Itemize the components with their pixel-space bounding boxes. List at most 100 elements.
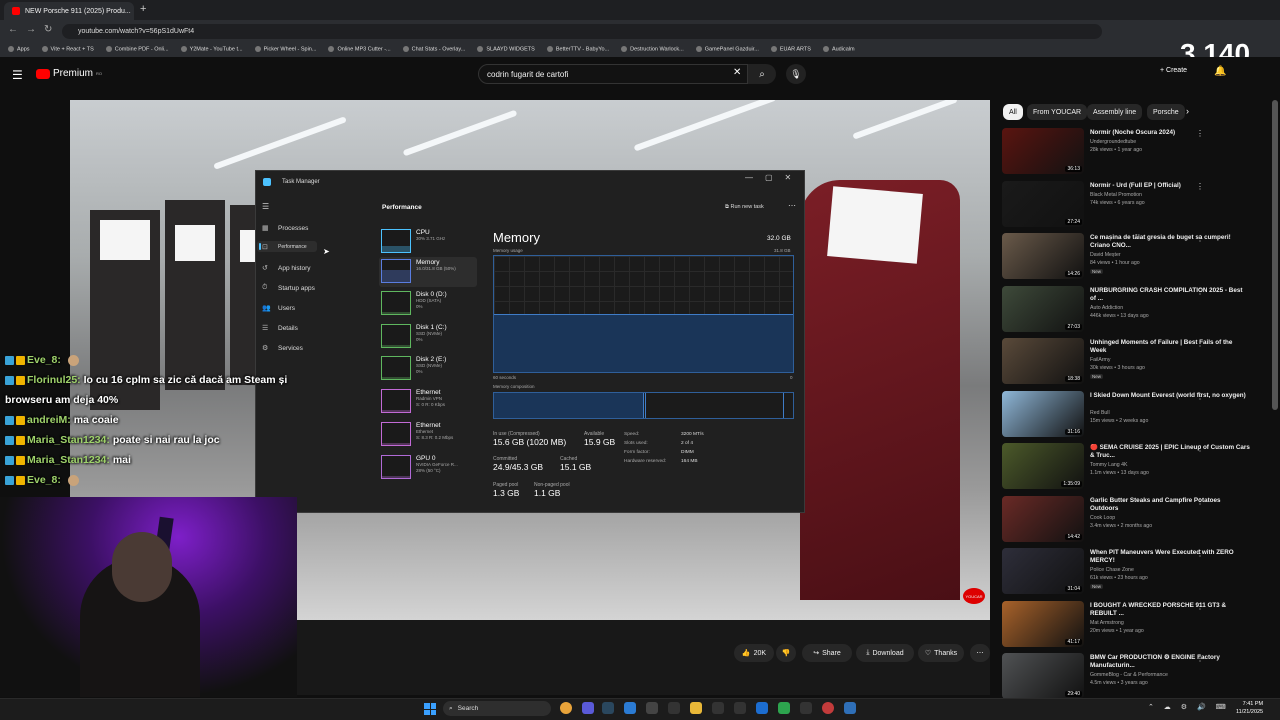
back-icon[interactable]: ←	[8, 24, 18, 35]
app-icon[interactable]	[734, 702, 746, 714]
video-title[interactable]: NÜRBURGRING CRASH COMPILATION 2025 - Bes…	[1090, 287, 1250, 303]
channel-name[interactable]: Undergroundedtube	[1090, 139, 1136, 145]
download-button[interactable]: ⤓ Download	[856, 644, 914, 662]
bookmark-item[interactable]: Combine PDF - Onli...	[106, 46, 169, 53]
notifications-bell-icon[interactable]: 🔔	[1214, 66, 1226, 77]
channel-name[interactable]: Red Bull	[1090, 410, 1110, 416]
window-controls[interactable]: —▢✕	[745, 173, 803, 182]
video-menu-icon[interactable]: ⋮	[1196, 129, 1204, 138]
search-input[interactable]: codrin fugarit de cartofi	[478, 64, 748, 84]
video-title[interactable]: 🔴 SEMA CRUISE 2025 | EPIC Lineup of Cust…	[1090, 444, 1250, 460]
taskbar-clock[interactable]: 7:41 PM 11/21/2025	[1236, 700, 1263, 716]
recommended-video[interactable]: 41:17 I BOUGHT A WRECKED PORSCHE 911 GT3 …	[1002, 600, 1270, 651]
bookmark-item[interactable]: SLAAYD WIDGETS	[477, 46, 535, 53]
recommended-video[interactable]: 14:26 Ce mașina de tăiat gresia de buget …	[1002, 233, 1270, 283]
video-thumbnail[interactable]: 18:38	[1002, 338, 1084, 384]
bookmark-item[interactable]: Destruction Warlock...	[621, 46, 684, 53]
video-title[interactable]: Normir (Noche Oscura 2024)	[1090, 129, 1250, 137]
video-title[interactable]: When PIT Maneuvers Were Executed with ZE…	[1090, 549, 1250, 565]
new-tab-button[interactable]: +	[140, 3, 146, 15]
share-button[interactable]: ↪ Share	[802, 644, 852, 662]
obs-icon[interactable]	[822, 702, 834, 714]
video-menu-icon[interactable]: ⋮	[1196, 602, 1204, 611]
vscode-icon[interactable]	[624, 702, 636, 714]
clear-search-icon[interactable]: ✕	[733, 67, 741, 78]
channel-name[interactable]: Tommy Lang 4K	[1090, 462, 1127, 468]
app-icon[interactable]	[646, 702, 658, 714]
reload-icon[interactable]: ↻	[44, 24, 52, 35]
bookmark-item[interactable]: Online MP3 Cutter -...	[328, 46, 390, 53]
task-manager-taskbar-icon[interactable]	[844, 702, 856, 714]
bookmark-item[interactable]: Apps	[8, 46, 30, 53]
channel-name[interactable]: Black Metal Promotion	[1090, 192, 1142, 198]
recommended-video[interactable]: 29:40 BMW Car PRODUCTION ⚙ ENGINE Factory…	[1002, 653, 1270, 703]
recommended-video[interactable]: 14:42 Garlic Butter Steaks and Campfire P…	[1002, 495, 1270, 546]
channel-name[interactable]: Mat Armstrong	[1090, 620, 1124, 626]
filter-chip[interactable]: From YOUCAR	[1027, 104, 1088, 120]
bookmark-item[interactable]: Audicalm	[823, 46, 855, 53]
video-menu-icon[interactable]: ⋮	[1196, 339, 1204, 348]
more-options-icon[interactable]: ⋯	[788, 201, 796, 210]
channel-name[interactable]: GommeBlog - Car & Performance	[1090, 672, 1168, 678]
video-title[interactable]: BMW Car PRODUCTION ⚙ ENGINE Factory Manu…	[1090, 654, 1250, 670]
video-menu-icon[interactable]: ⋮	[1196, 182, 1204, 191]
resource-disk-2-e-[interactable]: Disk 2 (E:) SSD (NVMe) 0%	[379, 354, 477, 384]
filter-chip[interactable]: All	[1003, 104, 1023, 120]
video-thumbnail[interactable]: 14:26	[1002, 233, 1084, 279]
channel-name[interactable]: David Meșter	[1090, 252, 1121, 258]
more-actions-button[interactable]: ⋯	[970, 644, 990, 662]
video-menu-icon[interactable]: ⋮	[1196, 444, 1204, 453]
hamburger-menu-icon[interactable]: ☰	[12, 68, 23, 82]
video-thumbnail[interactable]: 27:24	[1002, 180, 1084, 227]
resource-memory[interactable]: Memory 16.0/31.8 GB (50%)	[379, 257, 477, 287]
page-scrollbar[interactable]	[1272, 100, 1278, 410]
video-title[interactable]: I Skied Down Mount Everest (world first,…	[1090, 392, 1250, 400]
video-thumbnail[interactable]: 1:35:09	[1002, 443, 1084, 489]
channel-watermark[interactable]: YOUCAR	[963, 588, 985, 604]
video-title[interactable]: I BOUGHT A WRECKED PORSCHE 911 GT3 & REB…	[1090, 602, 1250, 618]
bookmark-item[interactable]: EUAR ARTS	[771, 46, 811, 53]
taskbar-search[interactable]: ⌕ Search	[443, 701, 551, 716]
channel-name[interactable]: Police Chase Zone	[1090, 567, 1134, 573]
chips-next-icon[interactable]: ›	[1186, 106, 1189, 116]
tm-nav-app-history[interactable]: ↺ App history	[262, 264, 311, 273]
resource-ethernet[interactable]: Ethernet Ethernet S: 8.3 R: 0.2 Mbps	[379, 420, 477, 450]
recommended-video[interactable]: 31:04 When PIT Maneuvers Were Executed wi…	[1002, 548, 1270, 598]
bookmark-item[interactable]: Y2Mate - YouTube t...	[181, 46, 243, 53]
video-title[interactable]: Ce mașina de tăiat gresia de buget sa cu…	[1090, 234, 1250, 250]
video-title[interactable]: Normir - Urd (Full EP | Official)	[1090, 182, 1250, 190]
video-thumbnail[interactable]: 31:04	[1002, 548, 1084, 594]
video-thumbnail[interactable]: 36:13	[1002, 128, 1084, 174]
bookmark-item[interactable]: Chat Stats - Overlay...	[403, 46, 466, 53]
recommended-video[interactable]: 18:38 Unhinged Moments of Failure | Best …	[1002, 338, 1270, 388]
system-tray[interactable]: ⌃ ☁ ⚙ 🔊 ⌨	[1148, 703, 1230, 711]
channel-name[interactable]: FailArmy	[1090, 357, 1110, 363]
tm-hamburger-icon[interactable]: ☰	[262, 202, 269, 211]
discord-icon[interactable]	[582, 702, 594, 714]
recommended-video[interactable]: 1:35:09 🔴 SEMA CRUISE 2025 | EPIC Lineup …	[1002, 443, 1270, 493]
filter-chip[interactable]: Assembly line	[1087, 104, 1143, 120]
video-title[interactable]: Unhinged Moments of Failure | Best Fails…	[1090, 339, 1250, 355]
bookmark-item[interactable]: Picker Wheel - Spin...	[255, 46, 317, 53]
dislike-button[interactable]: 👎	[776, 644, 796, 662]
browser-tab[interactable]: NEW Porsche 911 (2025) Produ...	[4, 2, 134, 20]
app-icon[interactable]	[800, 702, 812, 714]
steam-icon[interactable]	[602, 702, 614, 714]
filter-chip[interactable]: Porsche	[1147, 104, 1185, 120]
video-menu-icon[interactable]: ⋮	[1196, 287, 1204, 296]
recommended-video[interactable]: 31:16 I Skied Down Mount Everest (world f…	[1002, 390, 1270, 441]
tm-nav-details[interactable]: ☰ Details	[262, 324, 298, 333]
recommended-video[interactable]: 27:24 Normir - Urd (Full EP | Official) Bl…	[1002, 180, 1270, 231]
video-thumbnail[interactable]: 27:03	[1002, 285, 1084, 332]
windows-start-icon[interactable]	[424, 703, 436, 715]
search-button[interactable]: ⌕	[748, 64, 776, 84]
video-thumbnail[interactable]: 14:42	[1002, 495, 1084, 542]
app-icon[interactable]	[712, 702, 724, 714]
video-menu-icon[interactable]: ⋮	[1196, 392, 1204, 401]
like-button[interactable]: 👍 20K	[734, 644, 774, 662]
chrome-icon[interactable]	[560, 702, 572, 714]
run-new-task-button[interactable]: ⧉ Run new task	[725, 204, 764, 211]
tm-nav-startup-apps[interactable]: ⏱ Startup apps	[262, 284, 315, 292]
app-icon[interactable]	[778, 702, 790, 714]
url-field[interactable]: youtube.com/watch?v=56pS1dUwFt4	[62, 24, 1102, 39]
